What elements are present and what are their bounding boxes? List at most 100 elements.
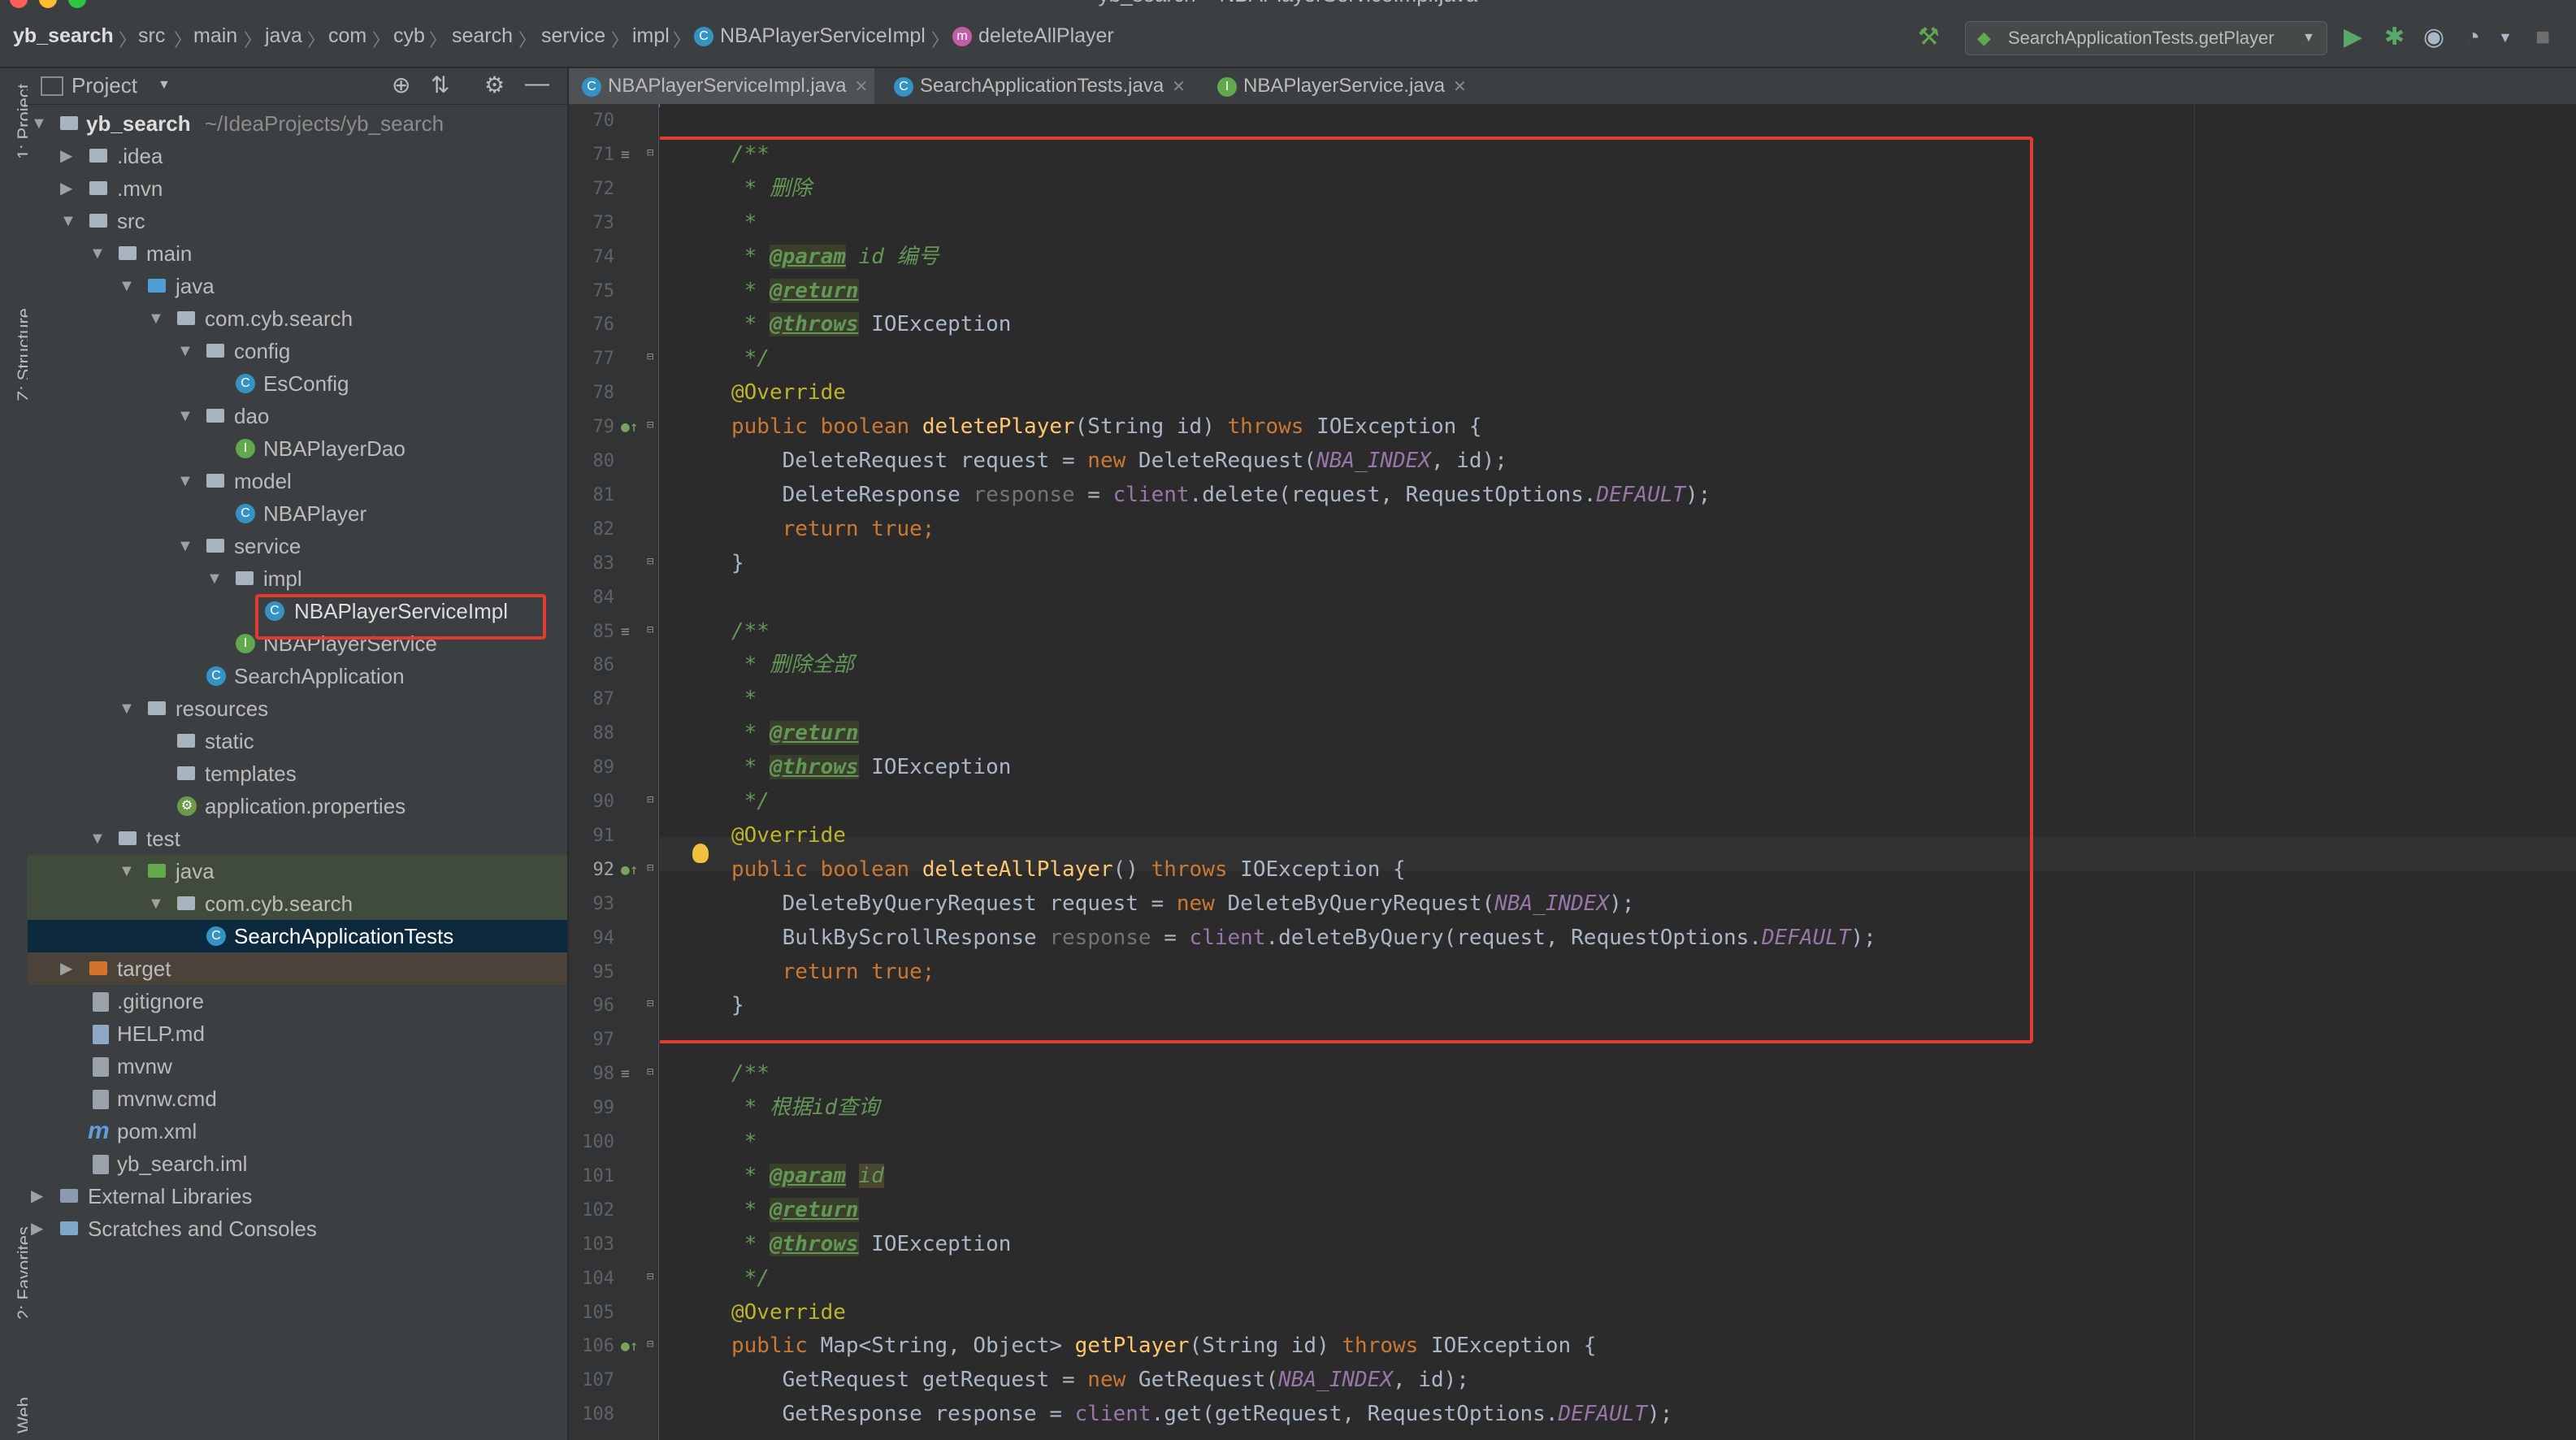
chevron-down-icon[interactable]: ▼: [177, 465, 193, 497]
tree-item-test[interactable]: ▼ test: [28, 822, 567, 855]
fold-marker-icon[interactable]: ⊟: [647, 1338, 653, 1351]
doc-fold-icon[interactable]: ≡: [621, 146, 630, 163]
tree-item-searchapplication[interactable]: C SearchApplication: [28, 660, 567, 692]
run-configuration-select[interactable]: ◆ SearchApplicationTests.getPlayer ▼: [1965, 21, 2327, 55]
override-method-icon[interactable]: ●↑: [621, 419, 639, 436]
tree-item-application-properties[interactable]: ⚙ application.properties: [28, 790, 567, 822]
chevron-down-icon[interactable]: ▼: [119, 270, 135, 302]
chevron-down-icon[interactable]: ▼: [2498, 23, 2513, 52]
chevron-down-icon[interactable]: ▼: [177, 400, 193, 432]
tab-nbaplayerserviceimpl[interactable]: C NBAPlayerServiceImpl.java ✕: [569, 68, 874, 107]
tree-item-mvnw-cmd[interactable]: mvnw.cmd: [28, 1082, 567, 1115]
breadcrumb-cyb[interactable]: cyb: [393, 24, 425, 48]
tree-item-pom-xml[interactable]: m pom.xml: [28, 1115, 567, 1147]
tree-item-help-md[interactable]: HELP.md: [28, 1017, 567, 1050]
tree-item-nbaplayer[interactable]: C NBAPlayer: [28, 497, 567, 530]
breadcrumb-service[interactable]: service: [541, 24, 605, 48]
tree-item-service[interactable]: ▼ service: [28, 530, 567, 562]
tree-item-static[interactable]: static: [28, 725, 567, 757]
chevron-down-icon[interactable]: ▼: [89, 237, 106, 270]
tab-searchapplicationtests[interactable]: C SearchApplicationTests.java ✕: [881, 68, 1198, 104]
chevron-down-icon[interactable]: ▼: [177, 335, 193, 367]
chevron-right-icon[interactable]: ▶: [31, 1212, 43, 1245]
fold-marker-icon[interactable]: ⊟: [647, 623, 653, 636]
chevron-down-icon[interactable]: ▼: [119, 692, 135, 725]
doc-fold-icon[interactable]: ≡: [621, 623, 630, 640]
tree-item-package[interactable]: ▼ com.cyb.search: [28, 302, 567, 335]
breadcrumb-src[interactable]: src: [138, 24, 165, 48]
chevron-right-icon[interactable]: ▶: [31, 1180, 43, 1212]
tree-item-model[interactable]: ▼ model: [28, 465, 567, 497]
chevron-down-icon[interactable]: ▼: [60, 205, 76, 237]
line-number-gutter[interactable]: 70 71 72 73 74 75 76 77 78 79 80 81 82 83 84 85 86 87 88 89…: [569, 104, 659, 1440]
override-method-icon[interactable]: ●↑: [621, 861, 639, 878]
tree-item-test-package[interactable]: ▼ com.cyb.search: [28, 887, 567, 920]
chevron-right-icon[interactable]: ▶: [60, 140, 72, 172]
breadcrumb-com[interactable]: com: [328, 24, 366, 48]
breadcrumb-impl[interactable]: impl: [632, 24, 670, 48]
chevron-right-icon[interactable]: ▶: [60, 172, 72, 205]
tree-item-searchapplicationtests[interactable]: C SearchApplicationTests: [28, 920, 567, 952]
hide-panel-icon[interactable]: —: [525, 70, 549, 98]
fold-marker-icon[interactable]: ⊟: [647, 146, 653, 159]
close-icon[interactable]: ✕: [1453, 78, 1467, 96]
build-hammer-icon[interactable]: ⚒: [1918, 23, 1940, 52]
chevron-down-icon[interactable]: ▼: [206, 562, 223, 595]
tree-item-java[interactable]: ▼ java: [28, 270, 567, 302]
run-icon[interactable]: ▶: [2344, 23, 2362, 52]
fold-marker-icon[interactable]: ⊟: [647, 419, 653, 432]
fold-marker-icon[interactable]: ⊟: [647, 997, 653, 1010]
tree-item-mvn[interactable]: ▶ .mvn: [28, 172, 567, 205]
close-icon[interactable]: ✕: [854, 78, 868, 96]
tree-item-esconfig[interactable]: C EsConfig: [28, 367, 567, 400]
chevron-down-icon[interactable]: ▼: [89, 822, 106, 855]
breadcrumb-main[interactable]: main: [193, 24, 237, 48]
tree-item-yb-search[interactable]: ▼ yb_search ~/IdeaProjects/yb_search: [28, 107, 567, 140]
fold-marker-icon[interactable]: ⊟: [647, 350, 653, 363]
tab-nbaplayerservice[interactable]: I NBAPlayerService.java ✕: [1204, 68, 1481, 104]
tree-item-yb-search-iml[interactable]: yb_search.iml: [28, 1147, 567, 1180]
breadcrumb-project[interactable]: yb_search: [13, 24, 114, 48]
close-icon[interactable]: ✕: [1172, 78, 1186, 96]
lightbulb-icon[interactable]: [692, 844, 709, 863]
tree-item-scratches[interactable]: ▶ Scratches and Consoles: [28, 1212, 567, 1245]
chevron-down-icon[interactable]: ▼: [31, 107, 47, 140]
fold-marker-icon[interactable]: ⊟: [647, 861, 653, 874]
coverage-icon[interactable]: ◉: [2423, 23, 2444, 52]
breadcrumb-class[interactable]: C NBAPlayerServiceImpl: [694, 24, 926, 48]
doc-fold-icon[interactable]: ≡: [621, 1065, 630, 1082]
fold-marker-icon[interactable]: ⊟: [647, 1270, 653, 1283]
tree-item-target[interactable]: ▶ target: [28, 952, 567, 985]
collapse-all-icon[interactable]: ⇅: [431, 72, 449, 98]
tree-item-src[interactable]: ▼ src: [28, 205, 567, 237]
locate-icon[interactable]: ⊕: [392, 72, 410, 98]
chevron-down-icon[interactable]: ▼: [148, 887, 164, 920]
chevron-right-icon[interactable]: ▶: [60, 952, 72, 985]
stop-icon[interactable]: ■: [2535, 23, 2550, 52]
fold-marker-icon[interactable]: ⊟: [647, 555, 653, 568]
profile-icon[interactable]: ◔: [2465, 23, 2480, 52]
chevron-down-icon[interactable]: ▼: [158, 78, 171, 93]
breadcrumb-method[interactable]: m deleteAllPlayer: [952, 24, 1114, 48]
tree-item-templates[interactable]: templates: [28, 757, 567, 790]
chevron-down-icon[interactable]: ▼: [148, 302, 164, 335]
debug-icon[interactable]: ✱: [2384, 23, 2405, 52]
tree-item-dao[interactable]: ▼ dao: [28, 400, 567, 432]
project-view-title[interactable]: Project: [72, 73, 137, 98]
tree-item-test-java[interactable]: ▼ java: [28, 855, 567, 887]
fold-marker-icon[interactable]: ⊟: [647, 1065, 653, 1078]
breadcrumb-search[interactable]: search: [452, 24, 513, 48]
tree-item-external-libraries[interactable]: ▶ External Libraries: [28, 1180, 567, 1212]
chevron-down-icon[interactable]: ▼: [119, 855, 135, 887]
tree-item-nbaplayerdao[interactable]: I NBAPlayerDao: [28, 432, 567, 465]
tree-item-resources[interactable]: ▼ resources: [28, 692, 567, 725]
tree-item-impl[interactable]: ▼ impl: [28, 562, 567, 595]
tree-item-main[interactable]: ▼ main: [28, 237, 567, 270]
tree-item-mvnw[interactable]: mvnw: [28, 1050, 567, 1082]
gear-icon[interactable]: ⚙: [484, 72, 505, 98]
tree-item-config[interactable]: ▼ config: [28, 335, 567, 367]
tree-item-gitignore[interactable]: .gitignore: [28, 985, 567, 1017]
override-method-icon[interactable]: ●↑: [621, 1338, 639, 1355]
fold-marker-icon[interactable]: ⊟: [647, 793, 653, 806]
breadcrumb-java[interactable]: java: [265, 24, 302, 48]
